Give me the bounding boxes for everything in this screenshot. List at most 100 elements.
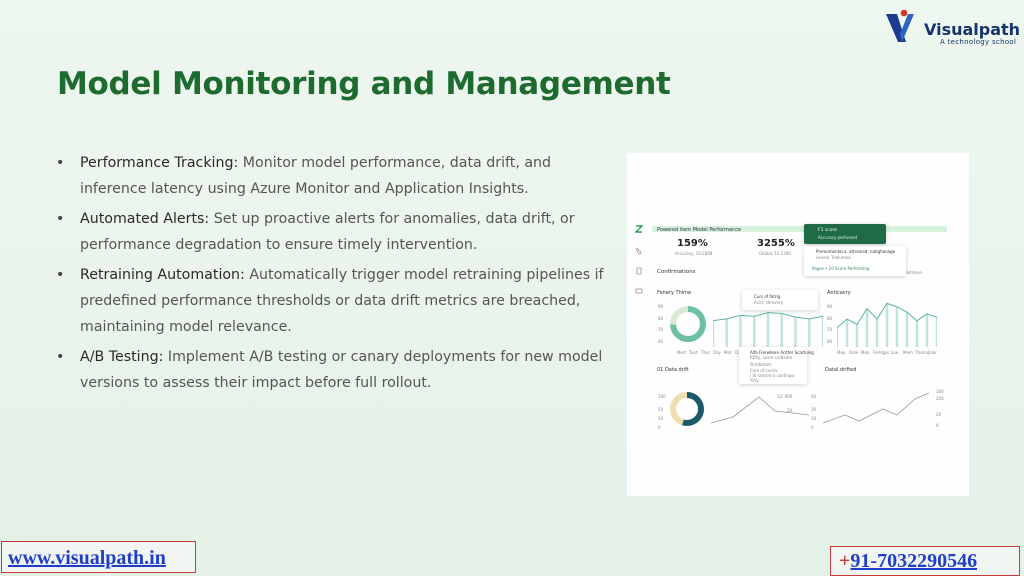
card2-xlabel: Jalor <box>928 350 937 355</box>
chart-bar <box>875 319 879 347</box>
card4-title: Datal drifted <box>825 367 857 373</box>
card2-tick: 70 <box>827 327 833 332</box>
chart-bar <box>725 318 728 347</box>
card1-xlabel: Day <box>713 350 721 355</box>
document-icon <box>636 267 642 275</box>
card3-tick: 0 <box>658 425 661 430</box>
website-box: www.visualpath.in <box>1 541 196 573</box>
card4-tick: 40 <box>811 394 817 399</box>
chart-bar <box>855 324 859 347</box>
phone-icon <box>636 247 642 255</box>
popup-alfa: Alfa Frerwhere Acitter Scartuing Rtfily,… <box>739 347 814 384</box>
card3-label: 20 <box>787 408 793 413</box>
popup-f1-score: F1 score Accuracy perfumed <box>804 224 886 244</box>
card2-tick: 80 <box>827 316 833 321</box>
chart-bar <box>753 316 756 347</box>
chart-bar <box>905 312 909 347</box>
bullet-list: • Performance Tracking: Monitor model pe… <box>52 150 612 400</box>
phone-link[interactable]: +91-7032290546 <box>839 550 977 573</box>
card3-label: 12. 900 <box>777 394 793 399</box>
chart-bar <box>766 312 770 347</box>
chart-bar <box>865 308 869 347</box>
popup-premomental-title: Premomental a. attrained: natighanage <box>816 249 896 254</box>
chart-bar <box>925 313 929 347</box>
bullet-label: Retraining Automation: <box>80 267 245 283</box>
popup-curs-title: Curs of fatrig <box>754 294 781 299</box>
card1-tick: 70 <box>658 327 664 332</box>
popup-curs-sub: Asirt, shrovery <box>754 300 784 305</box>
bullet-label: Automated Alerts: <box>80 211 210 227</box>
card4-tick: 0 <box>811 425 814 430</box>
phone-box: +91-7032290546 <box>830 546 1020 576</box>
phone-plus: + <box>839 550 851 572</box>
card2-line-chart <box>837 302 937 347</box>
bullet-retraining-automation: • Retraining Automation: Automatically t… <box>52 262 612 340</box>
popup-f1-sub: Accuracy perfumed <box>818 235 858 240</box>
card3-tick: 20 <box>658 416 664 421</box>
bullet-performance-tracking: • Performance Tracking: Monitor model pe… <box>52 150 612 202</box>
bullet-label: Performance Tracking: <box>80 155 239 171</box>
card1-xlabel: Thur <box>701 350 711 355</box>
card1-tick: 40 <box>658 339 664 344</box>
website-link[interactable]: www.visualpath.in <box>8 547 166 570</box>
card4-tick: 20 <box>811 407 817 412</box>
page-title: Model Monitoring and Management <box>57 66 671 102</box>
card2-xlabel: Ttuma <box>915 350 928 355</box>
card2-xlabel: Femlger <box>873 350 890 355</box>
stat-global-value: 3255% <box>757 238 795 249</box>
card1-title: Fenery Thime <box>657 290 692 296</box>
bullet-label: A/B Testing: <box>80 349 164 365</box>
popup-alfa-line5: Yitfy <box>750 378 759 383</box>
stat-accuracy-sub: Accuracy, 10.2848 <box>675 251 713 256</box>
chart-bar <box>739 315 742 347</box>
chart-bar <box>915 320 919 347</box>
popup-premomental: Premomental a. attrained: natighanage Le… <box>804 246 906 276</box>
card1-tick: 80 <box>658 316 664 321</box>
bullet-glyph: • <box>56 349 65 365</box>
popup-f1-title: F1 score <box>818 228 837 233</box>
card4-label: 0 <box>936 423 939 428</box>
chart-bar <box>780 313 783 347</box>
dashboard-screenshot: Powered item Model Performance 159% Accu… <box>627 153 969 496</box>
card3-line-chart <box>711 396 810 424</box>
card4-line-chart <box>823 392 930 424</box>
card4-label: 20 <box>936 412 942 417</box>
card2-xlabel: Mon <box>861 350 870 355</box>
popup-alfa-line2: Pint/botart <box>750 362 772 367</box>
card3-tick: 50 <box>658 407 664 412</box>
card4-label: 100 <box>936 389 944 394</box>
popup-premomental-sub: Lenear Tridiumed <box>816 255 851 260</box>
card2-xlabel: Mem <box>903 350 913 355</box>
card1-xlabel: Mert <box>677 350 687 355</box>
card2-xlabel: Mep <box>837 350 846 355</box>
card2-xlabel: Lue <box>891 350 899 355</box>
phone-number: 91-7032290546 <box>850 550 978 572</box>
chart-bar <box>821 316 823 347</box>
chart-bar <box>845 319 849 347</box>
chart-bar <box>713 320 715 347</box>
stat-global-sub: Global, 10.1300 <box>759 251 791 256</box>
stat-accuracy-value: 159% <box>677 238 708 249</box>
card2-title: Anticavry <box>827 290 851 296</box>
section-title: Confirmations <box>657 269 696 275</box>
chart-bar <box>935 317 937 347</box>
card1-xlabel: Mot <box>724 350 732 355</box>
chart-bar <box>895 306 899 347</box>
visualpath-logo: Visualpath A technology school <box>884 8 1021 50</box>
card4-tick: 10 <box>811 416 817 421</box>
card2-tick: 90 <box>827 304 833 309</box>
card3-donut <box>670 392 704 426</box>
card3-tick: 100 <box>658 394 666 399</box>
logo-tagline: A technology school <box>940 38 1017 46</box>
card2-xlabel: Dme <box>849 350 859 355</box>
logo-name: Visualpath <box>924 20 1021 39</box>
popup-alfa-sub: Rtfily, sosre celitaitro <box>750 355 793 360</box>
bullet-ab-testing: • A/B Testing: Implement A/B testing or … <box>52 344 612 396</box>
chart-bar <box>808 318 811 347</box>
chart-bar <box>794 317 797 347</box>
image-icon <box>635 288 643 294</box>
card2-tick: 60 <box>827 339 833 344</box>
card1-donut <box>670 306 706 342</box>
card1-tick: 90 <box>658 304 664 309</box>
bullet-glyph: • <box>56 267 65 283</box>
